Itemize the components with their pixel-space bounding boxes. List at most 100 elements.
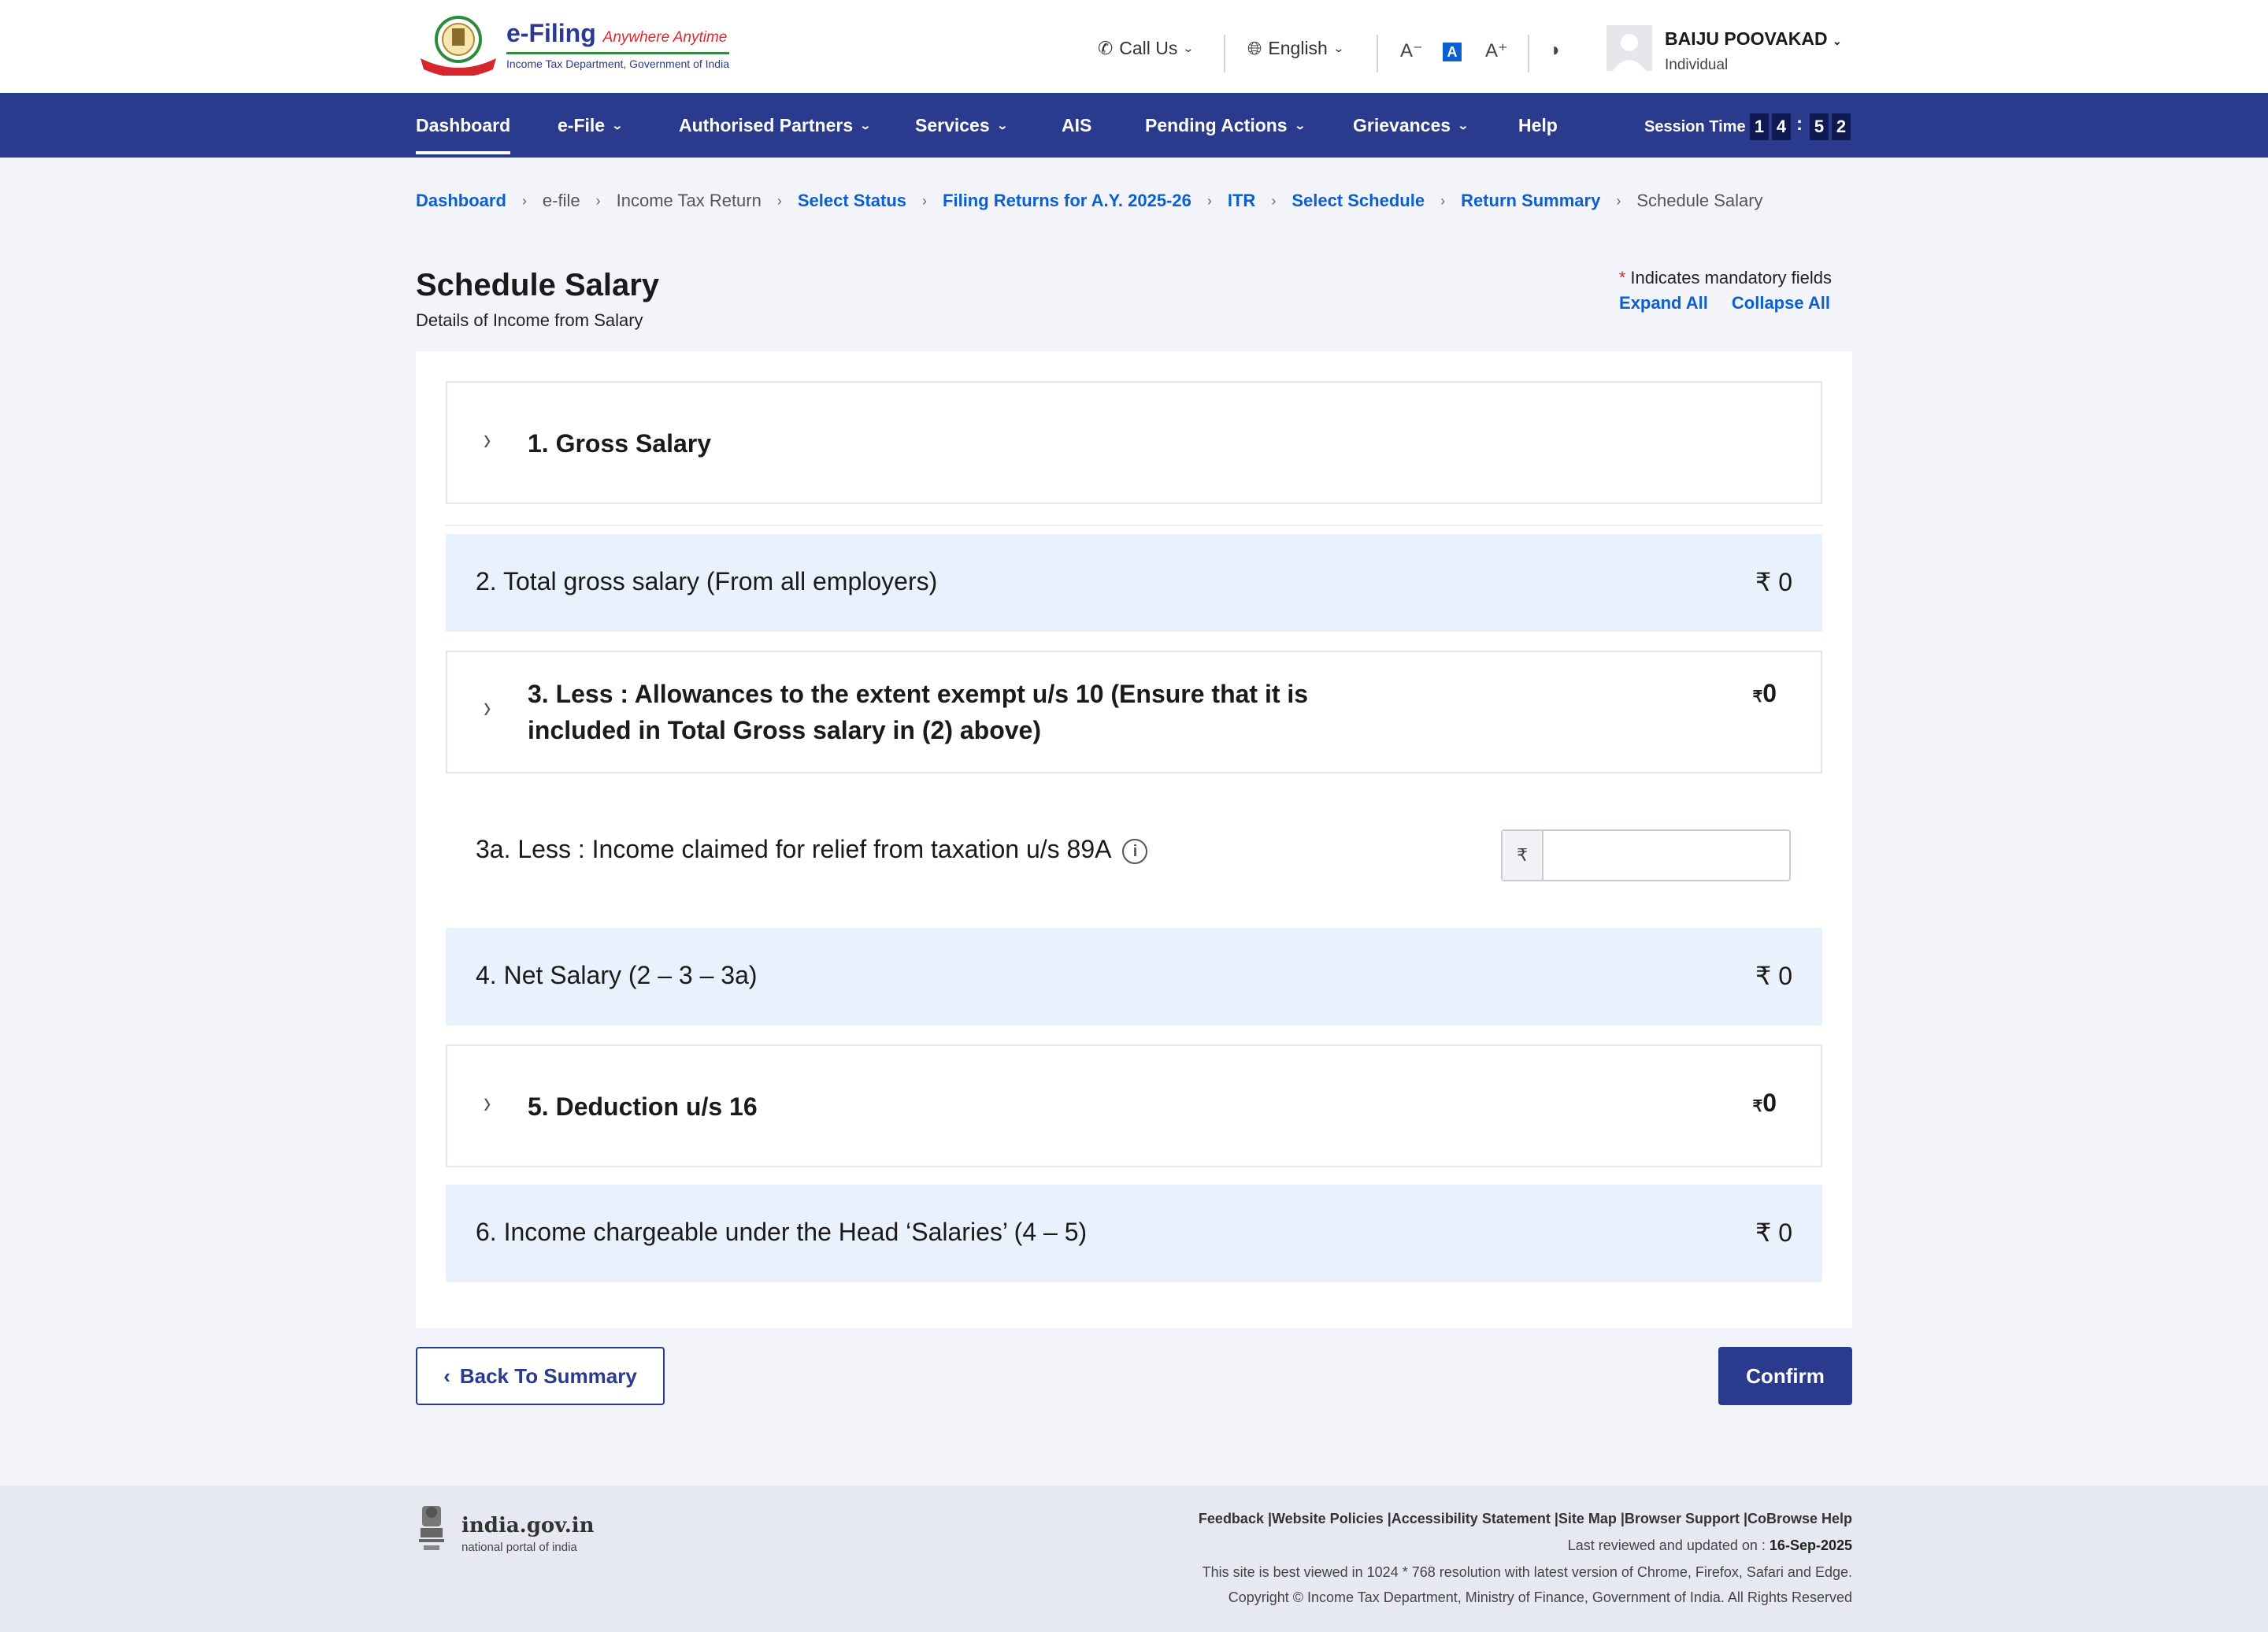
breadcrumb-dashboard[interactable]: Dashboard — [416, 191, 506, 211]
breadcrumb-itr[interactable]: ITR — [1228, 191, 1255, 211]
nav-pending-actions[interactable]: Pending Actions ⌄ — [1145, 115, 1306, 136]
national-emblem-icon — [419, 1506, 444, 1550]
font-normal-button[interactable]: A — [1443, 43, 1462, 61]
confirm-button[interactable]: Confirm — [1718, 1347, 1852, 1405]
footer: india.gov.in national portal of india Fe… — [0, 1485, 2268, 1632]
call-us-dropdown[interactable]: ✆ Call Us ⌄ — [1098, 38, 1195, 59]
chevron-right-icon: › — [1616, 192, 1621, 209]
total-gross-amount: ₹ 0 — [1755, 568, 1792, 596]
chevron-right-icon: › — [1440, 192, 1446, 209]
chevron-left-icon: ‹ — [443, 1363, 450, 1388]
relief-89a-field: ₹ — [1501, 829, 1791, 881]
expand-collapse-links: Expand All Collapse All — [1619, 293, 1830, 313]
chevron-down-icon: ⌄ — [995, 119, 1009, 132]
session-colon: : — [1796, 113, 1803, 135]
chevron-right-icon: › — [776, 192, 782, 209]
session-time-label: Session Time — [1644, 118, 1746, 135]
collapse-all-link[interactable]: Collapse All — [1732, 293, 1830, 313]
relief-89a-input[interactable] — [1545, 831, 1788, 880]
chevron-right-icon: › — [922, 192, 928, 209]
relief-89a-label: 3a. Less : Income claimed for relief fro… — [476, 835, 1148, 864]
chevron-down-icon: ⌄ — [1293, 119, 1306, 132]
nav-help[interactable]: Help — [1518, 115, 1558, 136]
divider — [446, 525, 1822, 526]
nav-ais[interactable]: AIS — [1062, 115, 1091, 136]
chevron-right-icon: › — [484, 421, 491, 456]
divider — [1377, 35, 1378, 72]
nav-services[interactable]: Services ⌄ — [915, 115, 1009, 136]
breadcrumb-income-tax-return: Income Tax Return — [616, 191, 762, 210]
chevron-down-icon: ⌄ — [1182, 42, 1195, 54]
font-decrease-button[interactable]: A⁻ — [1400, 39, 1423, 62]
font-increase-button[interactable]: A⁺ — [1485, 39, 1508, 62]
india-gov-link[interactable]: india.gov.in — [461, 1514, 595, 1537]
deduction-16-accordion[interactable]: › 5. Deduction u/s 16 ₹0 — [446, 1044, 1822, 1167]
india-gov-subtitle: national portal of india — [461, 1541, 577, 1554]
efiling-logo[interactable]: e-Filing Anywhere Anytime Income Tax Dep… — [416, 14, 729, 77]
session-digit: 5 — [1810, 113, 1829, 140]
allowances-title: 3. Less : Allowances to the extent exemp… — [528, 680, 1309, 744]
logo-title: e-Filing Anywhere Anytime — [506, 19, 728, 47]
allowances-accordion[interactable]: › 3. Less : Allowances to the extent exe… — [446, 651, 1822, 773]
info-icon[interactable]: i — [1122, 838, 1148, 864]
chevron-right-icon: › — [1206, 192, 1212, 209]
chevron-down-icon: ⌄ — [611, 119, 624, 132]
session-digit: 1 — [1750, 113, 1769, 140]
user-icon — [1606, 25, 1652, 71]
net-salary-row: 4. Net Salary (2 – 3 – 3a) ₹ 0 — [446, 928, 1822, 1026]
income-chargeable-label: 6. Income chargeable under the Head ‘Sal… — [476, 1218, 1088, 1246]
breadcrumb-return-summary[interactable]: Return Summary — [1461, 191, 1600, 211]
net-salary-amount: ₹ 0 — [1755, 962, 1792, 990]
phone-icon: ✆ — [1098, 38, 1114, 58]
breadcrumb-select-status[interactable]: Select Status — [798, 191, 906, 211]
nav-grievances[interactable]: Grievances ⌄ — [1353, 115, 1469, 136]
session-digit: 4 — [1772, 113, 1791, 140]
breadcrumb-efile: e-file — [542, 191, 580, 210]
nav-efile[interactable]: e-File ⌄ — [558, 115, 624, 136]
deduction-16-title: 5. Deduction u/s 16 — [528, 1092, 758, 1121]
page-subtitle: Details of Income from Salary — [416, 310, 643, 330]
rupee-prefix: ₹ — [1503, 831, 1544, 880]
breadcrumb-schedule-salary: Schedule Salary — [1636, 191, 1763, 210]
copyright: Copyright © Income Tax Department, Minis… — [1228, 1589, 1852, 1605]
session-digit: 2 — [1832, 113, 1851, 140]
divider — [1528, 35, 1529, 72]
total-gross-salary-row: 2. Total gross salary (From all employer… — [446, 534, 1822, 632]
deduction-16-amount: ₹0 — [1752, 1089, 1777, 1117]
contrast-icon[interactable]: ◑ — [1548, 39, 1560, 61]
divider — [1224, 35, 1225, 72]
last-reviewed: Last reviewed and updated on : 16-Sep-20… — [1567, 1537, 1852, 1553]
top-header: e-Filing Anywhere Anytime Income Tax Dep… — [0, 0, 2268, 93]
breadcrumb-filing-returns[interactable]: Filing Returns for A.Y. 2025-26 — [943, 191, 1191, 211]
income-chargeable-amount: ₹ 0 — [1755, 1218, 1792, 1247]
chevron-down-icon: ⌄ — [1457, 119, 1469, 132]
total-gross-label: 2. Total gross salary (From all employer… — [476, 567, 938, 595]
allowances-amount: ₹0 — [1752, 679, 1777, 707]
user-role: Individual — [1665, 57, 1729, 73]
chevron-right-icon: › — [484, 689, 491, 724]
page-title: Schedule Salary — [416, 268, 660, 302]
globe-icon: 🌐︎ — [1247, 38, 1262, 58]
chevron-down-icon: ⌄ — [859, 119, 872, 132]
gross-salary-accordion[interactable]: › 1. Gross Salary — [446, 381, 1822, 504]
chevron-right-icon: › — [521, 192, 527, 209]
logo-subtitle: Income Tax Department, Government of Ind… — [506, 52, 729, 70]
best-viewed-note: This site is best viewed in 1024 * 768 r… — [1202, 1564, 1852, 1580]
nav-authorised-partners[interactable]: Authorised Partners ⌄ — [679, 115, 872, 136]
back-to-summary-button[interactable]: ‹ Back To Summary — [416, 1347, 665, 1405]
avatar[interactable] — [1606, 25, 1652, 71]
breadcrumb: Dashboard › e-file › Income Tax Return ›… — [416, 191, 1763, 211]
language-dropdown[interactable]: 🌐︎ English ⌄ — [1247, 38, 1344, 59]
income-chargeable-row: 6. Income chargeable under the Head ‘Sal… — [446, 1185, 1822, 1282]
itd-emblem-icon — [421, 16, 496, 76]
chevron-right-icon: › — [595, 192, 601, 209]
main-nav: Dashboard e-File ⌄ Authorised Partners ⌄ S… — [0, 93, 2268, 158]
nav-dashboard[interactable]: Dashboard — [416, 115, 511, 154]
breadcrumb-select-schedule[interactable]: Select Schedule — [1292, 191, 1425, 211]
gross-salary-title: 1. Gross Salary — [528, 429, 712, 458]
mandatory-note: * Indicates mandatory fields — [1618, 268, 1832, 287]
expand-all-link[interactable]: Expand All — [1619, 293, 1708, 313]
footer-links[interactable]: Feedback |Website Policies |Accessibilit… — [1199, 1511, 1852, 1527]
net-salary-label: 4. Net Salary (2 – 3 – 3a) — [476, 961, 758, 989]
user-menu[interactable]: BAIJU POOVAKAD ⌄ — [1665, 28, 1842, 50]
